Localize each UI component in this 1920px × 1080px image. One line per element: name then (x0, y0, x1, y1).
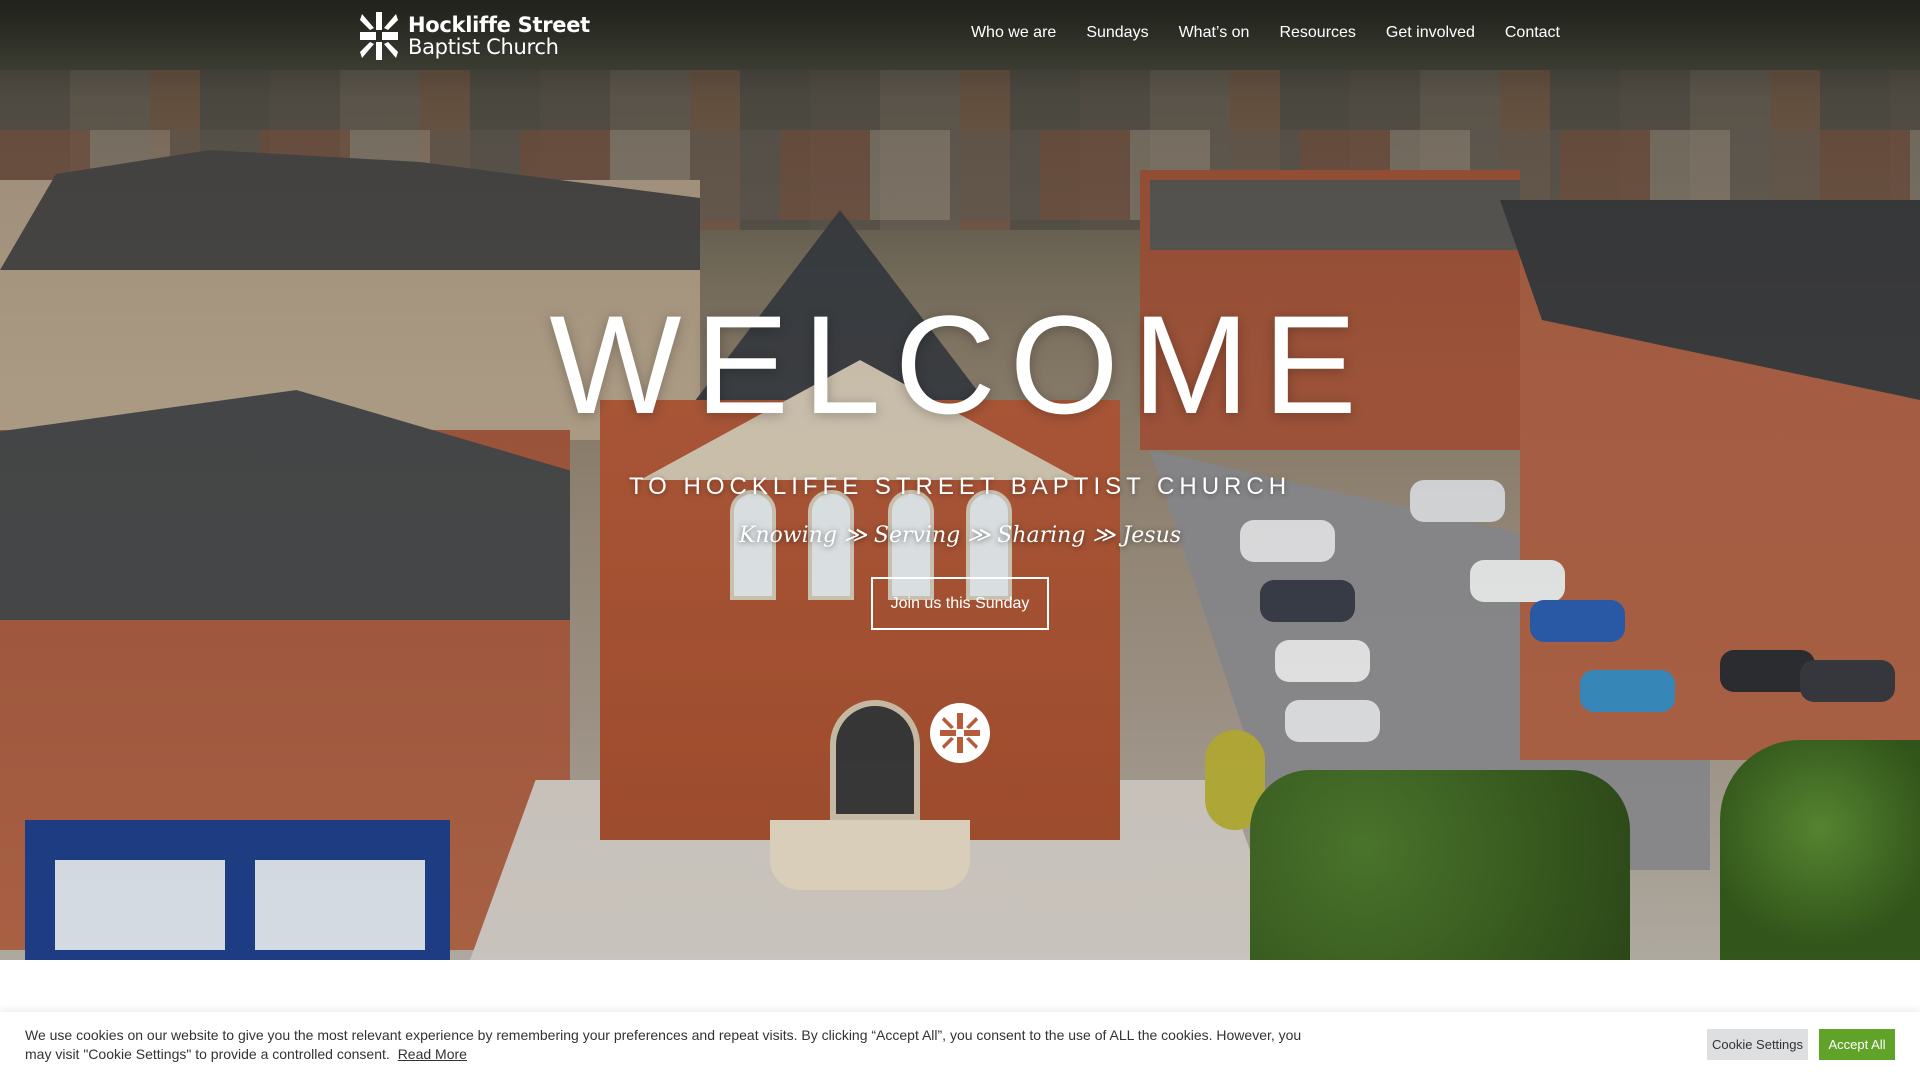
cookie-consent-bar: We use cookies on our website to give yo… (0, 1012, 1920, 1080)
hero-headline: WELCOME (549, 286, 1371, 443)
hero-subheading: TO HOCKLIFFE STREET BAPTIST CHURCH (628, 473, 1292, 500)
nav-item-resources[interactable]: Resources (1279, 24, 1355, 42)
nav-item-contact[interactable]: Contact (1505, 24, 1560, 42)
site-logo[interactable]: Hockliffe Street Baptist Church (360, 12, 590, 60)
main-navigation: Who we are Sundays What’s on Resources G… (971, 24, 1560, 42)
cookie-message: We use cookies on our website to give yo… (25, 1026, 1305, 1064)
logo-line-1: Hockliffe Street (408, 13, 590, 37)
hero-tagline: Knowing ≫ Serving ≫ Sharing ≫ Jesus (738, 523, 1182, 548)
nav-item-whats-on[interactable]: What’s on (1179, 24, 1250, 42)
nav-item-get-involved[interactable]: Get involved (1386, 24, 1475, 42)
nav-item-who-we-are[interactable]: Who we are (971, 24, 1056, 42)
logo-text: Hockliffe Street Baptist Church (408, 14, 590, 58)
church-cross-emblem-icon (930, 703, 990, 763)
cookie-settings-button[interactable]: Cookie Settings (1707, 1029, 1808, 1060)
cookie-message-text: We use cookies on our website to give yo… (25, 1027, 1302, 1062)
join-us-this-sunday-button[interactable]: Join us this Sunday (871, 577, 1049, 630)
logo-line-2: Baptist Church (408, 35, 559, 59)
nav-item-sundays[interactable]: Sundays (1086, 24, 1148, 42)
church-cross-logo-icon (360, 12, 398, 60)
read-more-link[interactable]: Read More (398, 1046, 467, 1062)
accept-all-button[interactable]: Accept All (1819, 1029, 1895, 1060)
